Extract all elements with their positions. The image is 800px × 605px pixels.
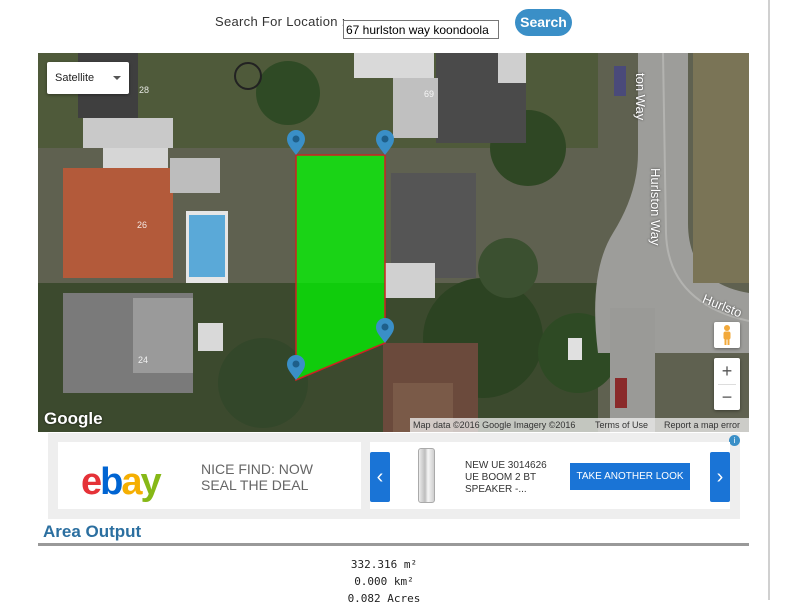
house-number: 69 [424,89,435,99]
search-bar: Search For Location : Search [0,8,768,39]
satellite-map[interactable]: ton Way Hurlston Way Hurlsto 26 24 28 69… [38,53,749,432]
area-square-meters: 332.316 m² [350,558,418,571]
map-attribution: Map data ©2016 Google Imagery ©2016 Term… [410,418,749,432]
house-number: 28 [139,85,150,95]
ebay-letter: a [121,461,142,503]
map-data-credit: Map data ©2016 Google Imagery ©2016 [413,420,576,430]
ebay-letter: y [140,461,162,503]
ad-tagline-line: SEAL THE DEAL [201,477,309,493]
zoom-control: + − [714,358,740,410]
area-square-kilometers: 0.000 km² [354,575,414,588]
ebay-letter: b [100,461,123,503]
map-type-select[interactable]: Satellite [47,62,129,94]
zoom-in-button[interactable]: + [714,358,740,384]
ad-tagline-line: NICE FIND: NOW [201,461,313,477]
take-another-look-button[interactable]: TAKE ANOTHER LOOK [570,463,690,490]
street-label: Hurlston Way [648,168,663,246]
zoom-out-button[interactable]: − [714,384,740,410]
street-view-pegman-icon[interactable] [714,322,740,348]
pegman-icon [723,325,731,345]
carousel-prev-button[interactable]: ‹ [370,452,390,502]
search-button[interactable]: Search [515,9,572,36]
carousel-next-button[interactable]: › [710,452,730,502]
product-image[interactable] [418,448,435,503]
ebay-logo: ebay [81,461,162,503]
product-title-line: NEW UE 3014626 [465,460,547,471]
section-divider [38,543,749,546]
map-type-label: Satellite [55,72,95,84]
search-label: Search For Location : [215,14,346,29]
ad-tagline: NICE FIND: NOW SEAL THE DEAL [201,461,341,493]
area-output-heading: Area Output [43,522,142,541]
area-acres: 0.082 Acres [347,592,421,605]
terms-of-use-link[interactable]: Terms of Use [595,418,648,432]
product-title[interactable]: NEW UE 3014626 UE BOOM 2 BT SPEAKER -... [465,460,565,496]
street-label: ton Way [633,73,648,121]
google-logo: Google [44,409,103,428]
product-carousel: ‹ NEW UE 3014626 UE BOOM 2 BT SPEAKER -.… [370,442,730,509]
house-number: 24 [138,355,149,365]
chevron-down-icon [113,76,121,80]
product-title-line: SPEAKER -... [465,484,527,495]
page-right-border [768,0,770,600]
ebay-ad-panel[interactable]: ebay NICE FIND: NOW SEAL THE DEAL [58,442,361,509]
advertisement-banner[interactable]: i ebay NICE FIND: NOW SEAL THE DEAL ‹ NE… [48,433,740,519]
search-input[interactable] [343,20,499,39]
ad-info-icon[interactable]: i [729,435,740,446]
report-map-error-link[interactable]: Report a map error [664,418,740,432]
product-title-line: UE BOOM 2 BT [465,472,537,483]
ebay-letter: e [81,461,102,503]
house-number: 26 [137,220,148,230]
